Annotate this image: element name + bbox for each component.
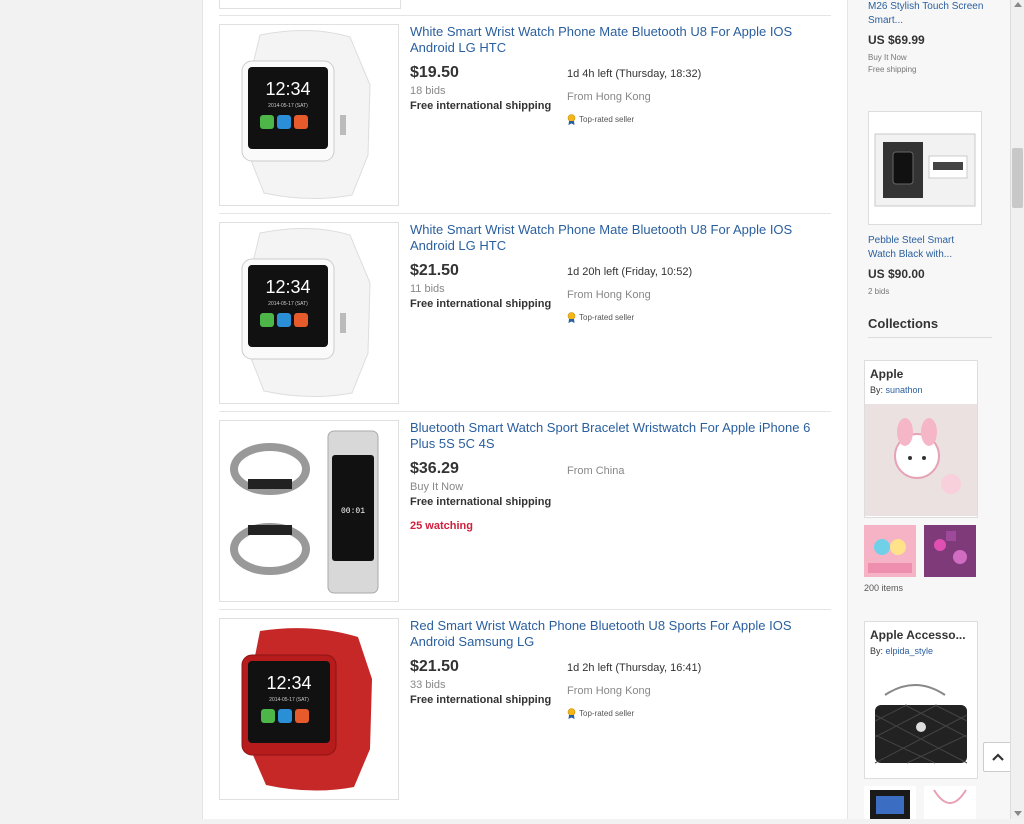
listing-time-left: 1d 2h left (Thursday, 16:41) <box>567 662 702 674</box>
purple-case-image <box>924 525 976 577</box>
chevron-up-icon <box>992 753 1004 761</box>
scrollbar-thumb[interactable] <box>1012 148 1023 208</box>
listing-price: $21.50 <box>410 658 459 675</box>
rail-item-price: US $90.00 <box>868 267 925 281</box>
listing-time-left: 1d 4h left (Thursday, 18:32) <box>567 68 702 80</box>
rail-item-bids: 2 bids <box>868 287 890 296</box>
listing-shipping: Free international shipping <box>410 100 552 112</box>
collection-thumb[interactable] <box>864 525 916 577</box>
listing-shipping: Free international shipping <box>410 496 552 508</box>
watch-box-image <box>874 133 976 207</box>
smartwatch-white-image: 12:34 2014-05-17 (SAT) <box>241 228 371 398</box>
top-rated-seller-badge: Top-rated seller <box>567 114 634 125</box>
scroll-up-arrow-icon[interactable] <box>1014 2 1022 7</box>
listing-title-link[interactable]: Bluetooth Smart Watch Sport Bracelet Wri… <box>410 420 830 452</box>
listing-title-link[interactable]: White Smart Wrist Watch Phone Mate Bluet… <box>410 222 830 254</box>
collection-thumb[interactable] <box>924 786 976 819</box>
pink-wallet-image <box>924 786 976 819</box>
collection-card[interactable]: Apple By: sunathon <box>864 360 978 518</box>
rail-item-price: US $69.99 <box>868 33 925 47</box>
collection-title: Apple <box>870 367 904 381</box>
collections-heading: Collections <box>868 316 992 338</box>
rail-item-title-line: Smart... <box>868 15 904 26</box>
listing-thumbnail[interactable]: 00:01 <box>219 420 399 602</box>
back-to-top-button[interactable] <box>983 742 1013 772</box>
rail-item-buy-it-now: Buy It Now <box>868 53 907 62</box>
listing-location: From Hong Kong <box>567 289 651 301</box>
svg-text:2014-05-17 (SAT): 2014-05-17 (SAT) <box>268 103 308 109</box>
listing-buy-it-now: Buy It Now <box>410 481 464 493</box>
listing-shipping: Free international shipping <box>410 298 552 310</box>
listing-watching-count: 25 watching <box>410 520 473 532</box>
black-wallet-case-image <box>865 665 977 777</box>
collection-owner-link[interactable]: elpida_style <box>886 646 934 656</box>
listing-location: From Hong Kong <box>567 685 651 697</box>
collection-cover-image <box>865 665 977 777</box>
top-rated-seller-badge: Top-rated seller <box>567 708 634 719</box>
medal-icon <box>567 312 576 323</box>
previous-listing-stub <box>219 0 401 9</box>
listing-title-link[interactable]: Red Smart Wrist Watch Phone Bluetooth U8… <box>410 618 830 650</box>
collection-item-count: 200 items <box>864 583 904 593</box>
collection-title: Apple Accesso... <box>870 628 966 642</box>
svg-text:00:01: 00:01 <box>341 507 365 516</box>
collection-cover-image <box>865 404 977 516</box>
collection-owner-link[interactable]: sunathon <box>886 385 923 395</box>
collection-thumb[interactable] <box>924 525 976 577</box>
listing-price: $19.50 <box>410 64 459 81</box>
listing-thumbnail[interactable]: 12:34 2014-05-17 (SAT) <box>219 222 399 404</box>
rail-item-thumbnail[interactable] <box>868 111 982 225</box>
listing-shipping: Free international shipping <box>410 694 552 706</box>
rail-item-title-link[interactable]: M26 Stylish Touch Screen Smart... <box>868 0 998 28</box>
bracelet-watch-image: 00:01 <box>230 430 379 594</box>
pink-case-image <box>864 525 916 577</box>
rail-item-title-line: Pebble Steel Smart <box>868 235 955 246</box>
listing-thumbnail[interactable]: 12:34 2014-05-17 (SAT) <box>219 618 399 800</box>
listing-thumbnail[interactable]: 12:34 2014-05-17 (SAT) <box>219 24 399 206</box>
collection-card[interactable]: Apple Accesso... By: elpida_style <box>864 621 978 779</box>
melody-case-image <box>865 404 977 516</box>
svg-text:2014-05-17 (SAT): 2014-05-17 (SAT) <box>268 301 308 307</box>
svg-text:12:34: 12:34 <box>265 79 310 99</box>
svg-text:12:34: 12:34 <box>265 277 310 297</box>
listing-row: 12:34 2014-05-17 (SAT) White Smart Wrist… <box>219 214 831 412</box>
top-rated-seller-label: Top-rated seller <box>579 709 635 718</box>
rail-item-shipping: Free shipping <box>868 65 917 74</box>
svg-text:12:34: 12:34 <box>266 673 311 693</box>
smartwatch-white-image: 12:34 2014-05-17 (SAT) <box>241 30 371 200</box>
listing-row: 12:34 2014-05-17 (SAT) Red Smart Wrist W… <box>219 610 831 808</box>
scroll-down-arrow-icon[interactable] <box>1014 811 1022 816</box>
rail-item-title-line: Watch Black with... <box>868 249 953 260</box>
rail-item-title-link[interactable]: Pebble Steel Smart Watch Black with... <box>868 234 998 262</box>
collection-owner: By: sunathon <box>870 385 923 395</box>
top-rated-seller-label: Top-rated seller <box>579 115 635 124</box>
medal-icon <box>567 114 576 125</box>
svg-text:2014-05-17 (SAT): 2014-05-17 (SAT) <box>269 697 309 703</box>
right-rail: M26 Stylish Touch Screen Smart... US $69… <box>847 0 1011 819</box>
listing-bids: 33 bids <box>410 679 446 691</box>
collection-thumb[interactable] <box>864 786 916 819</box>
listing-bids: 18 bids <box>410 85 446 97</box>
collection-owner: By: elpida_style <box>870 646 933 656</box>
listing-location: From Hong Kong <box>567 91 651 103</box>
by-label: By: <box>870 646 884 656</box>
listing-row: 00:01 Bluetooth Smart Watch Sport Bracel… <box>219 412 831 610</box>
page-scrollbar[interactable] <box>1010 0 1024 819</box>
listing-column: 12:34 2014-05-17 (SAT) White Smart Wrist… <box>202 0 847 819</box>
listing-time-left: 1d 20h left (Friday, 10:52) <box>567 266 693 278</box>
listing-price: $36.29 <box>410 460 459 477</box>
by-label: By: <box>870 385 884 395</box>
medal-icon <box>567 708 576 719</box>
listing-location: From China <box>567 465 625 477</box>
listing-bids: 11 bids <box>410 283 445 295</box>
smartwatch-red-image: 12:34 2014-05-17 (SAT) <box>241 628 372 791</box>
listing-price: $21.50 <box>410 262 459 279</box>
listing-row: 12:34 2014-05-17 (SAT) White Smart Wrist… <box>219 16 831 214</box>
phone-case-image <box>864 786 916 819</box>
top-rated-seller-label: Top-rated seller <box>579 313 635 322</box>
listing-title-link[interactable]: White Smart Wrist Watch Phone Mate Bluet… <box>410 24 830 56</box>
top-rated-seller-badge: Top-rated seller <box>567 312 634 323</box>
rail-item-title-line: M26 Stylish Touch Screen <box>868 1 984 12</box>
